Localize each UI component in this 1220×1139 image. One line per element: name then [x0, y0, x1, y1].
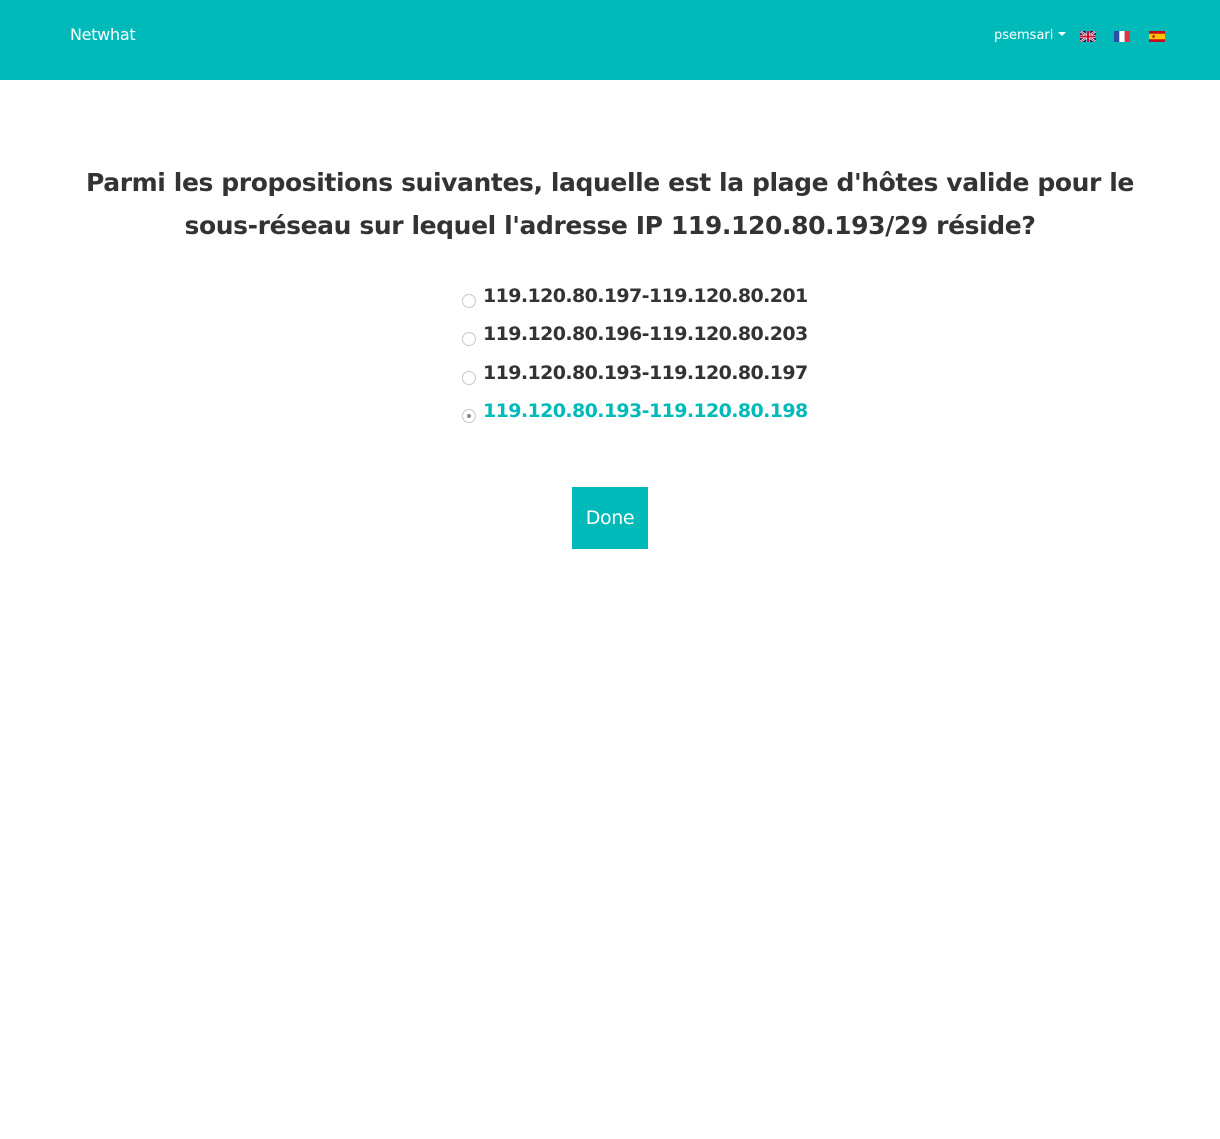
answer-radio[interactable] [462, 294, 476, 308]
chevron-down-icon [1058, 32, 1067, 36]
username-label: psemsari [994, 28, 1054, 43]
answer-label: 119.120.80.193-119.120.80.198 [483, 400, 808, 422]
uk-flag-icon[interactable] [1080, 31, 1096, 42]
france-flag-icon[interactable] [1114, 31, 1130, 42]
brand-logo[interactable]: Netwhat [70, 25, 136, 44]
answer-radio[interactable] [462, 371, 476, 385]
answer-label: 119.120.80.196-119.120.80.203 [483, 323, 808, 345]
spain-flag-icon[interactable] [1149, 31, 1165, 42]
answer-label: 119.120.80.193-119.120.80.197 [483, 362, 808, 384]
question-text: Parmi les propositions suivantes, laquel… [86, 168, 1134, 240]
done-button[interactable]: Done [572, 487, 648, 549]
answer-radio[interactable] [462, 409, 476, 423]
user-dropdown[interactable]: psemsari [994, 28, 1067, 43]
answer-label: 119.120.80.197-119.120.80.201 [483, 285, 808, 307]
top-navbar: Netwhat psemsari [0, 0, 1220, 80]
answer-radio[interactable] [462, 332, 476, 346]
